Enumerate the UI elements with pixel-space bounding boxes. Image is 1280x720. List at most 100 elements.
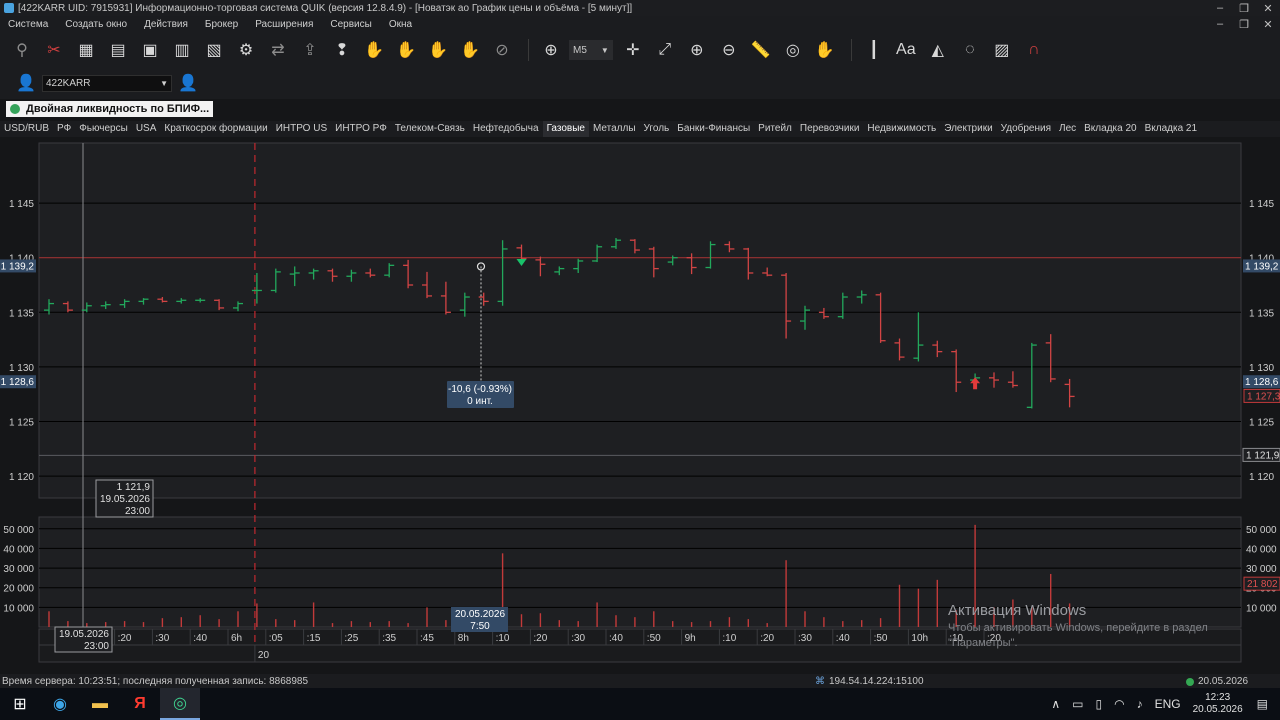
notifications-icon[interactable]: ▤ (1257, 697, 1268, 711)
hatch-tool-icon[interactable]: ▨ (988, 36, 1016, 64)
hand-sell-icon[interactable]: ✋ (424, 36, 452, 64)
tab-11[interactable]: Уголь (640, 121, 674, 137)
alert-icon[interactable]: ❢ (328, 36, 356, 64)
menu-services[interactable]: Сервисы (330, 19, 371, 30)
tab-8[interactable]: Нефтедобыча (469, 121, 543, 137)
export-icon[interactable]: ⇪ (296, 36, 324, 64)
zoom-in-icon[interactable]: ⊕ (683, 36, 711, 64)
hand-cancel-icon[interactable]: ✋ (456, 36, 484, 64)
user-remove-icon[interactable]: 👤 (16, 72, 36, 94)
trades-table-icon[interactable]: ▥ (168, 36, 196, 64)
line-tool-icon[interactable]: ┃ (860, 36, 888, 64)
time-tick-label: :15 (307, 633, 321, 644)
child-close-button[interactable]: ✕ (1256, 18, 1280, 31)
new-table-icon[interactable]: ▦ (72, 36, 100, 64)
tab-7[interactable]: Телеком-Связь (391, 121, 469, 137)
portfolio-icon[interactable]: ▧ (200, 36, 228, 64)
fill-tool-icon[interactable]: ◭ (924, 36, 952, 64)
tab-2[interactable]: Фьючерсы (75, 121, 132, 137)
menu-system[interactable]: Система (8, 19, 48, 30)
tab-19[interactable]: Вкладка 20 (1080, 121, 1140, 137)
stop-order-icon[interactable]: ⊘ (488, 36, 516, 64)
tab-1[interactable]: РФ (53, 121, 75, 137)
chevron-up-icon[interactable]: ∧ (1051, 697, 1060, 711)
price-panel (38, 142, 1242, 499)
volume-icon[interactable]: ♪ (1137, 697, 1143, 711)
price-tick-label-right: 1 125 (1249, 418, 1274, 429)
tray-app-icon[interactable]: ▭ (1072, 697, 1083, 711)
measure-label-intervals: 0 инт. (467, 396, 493, 407)
tab-16[interactable]: Электрики (940, 121, 996, 137)
online-dot-icon (1186, 677, 1194, 686)
account-row: 👤 422KARR ▼ 👤 (0, 67, 1280, 99)
yandex-icon[interactable]: Я (120, 688, 160, 720)
target-icon[interactable]: ◎ (779, 36, 807, 64)
crosshair-icon[interactable]: ✛ (619, 36, 647, 64)
hide-icon[interactable]: ◌ (956, 36, 984, 64)
tab-6[interactable]: ИНТРО РФ (331, 121, 391, 137)
settings-window-icon[interactable]: ⚙ (232, 36, 260, 64)
child-restore-button[interactable]: ❐ (1232, 18, 1256, 31)
magnet-icon[interactable]: ∩ (1020, 36, 1048, 64)
tab-14[interactable]: Перевозчики (796, 121, 864, 137)
ruler-icon[interactable]: 📏 (747, 36, 775, 64)
disconnect-icon[interactable]: ✂ (40, 36, 68, 64)
tab-10[interactable]: Металлы (589, 121, 640, 137)
tab-9[interactable]: Газовые (542, 121, 589, 137)
transfer-icon[interactable]: ⇄ (264, 36, 292, 64)
account-select[interactable]: 422KARR ▼ (42, 74, 172, 92)
chart-canvas[interactable]: 1 145 1 1451 140 1 1401 135 1 1351 130 1 130… (0, 140, 1280, 668)
explorer-icon[interactable]: ▬ (80, 688, 120, 720)
time-tick-label: 9h (685, 633, 696, 644)
menu-create-window[interactable]: Создать окно (65, 19, 127, 30)
tab-5[interactable]: ИНТРО US (272, 121, 331, 137)
instrument-tab[interactable]: Двойная ликвидность по БПИФ... (6, 101, 214, 117)
volume-tick-label-right: 10 000 (1246, 603, 1277, 614)
close-button[interactable]: ✕ (1256, 2, 1280, 15)
status-dot-icon (10, 104, 20, 114)
edge-icon[interactable]: ◉ (40, 688, 80, 720)
fullscreen-icon[interactable]: ⤢ (651, 36, 679, 64)
user-icon[interactable]: 👤 (178, 72, 198, 94)
menu-extensions[interactable]: Расширения (255, 19, 313, 30)
connect-icon[interactable]: ⚲ (8, 36, 36, 64)
price-volume-chart[interactable]: 1 145 1 145 1 140 1 140 1 135 1 135 1 130 1 130… (0, 140, 1280, 668)
pan-hand-icon[interactable]: ✋ (811, 36, 839, 64)
tab-15[interactable]: Недвижимость (863, 121, 940, 137)
menu-actions[interactable]: Действия (144, 19, 188, 30)
text-tool-icon[interactable]: Aa (892, 36, 920, 64)
add-instrument-icon[interactable]: ⊕ (537, 36, 565, 64)
measure-label: -10,6 (-0.93%)0 инт. (447, 381, 514, 408)
quik-taskbar-icon[interactable]: ◎ (160, 688, 200, 720)
volume-tick-label-right: 50 000 (1246, 525, 1277, 536)
windows-taskbar: ⊞ ◉ ▬ Я ◎ ∧ ▭ ▯ ◠ ♪ ENG 12:23 20.05.2026… (0, 688, 1280, 720)
tab-18[interactable]: Лес (1055, 121, 1080, 137)
menu-windows[interactable]: Окна (389, 19, 412, 30)
tab-3[interactable]: USA (132, 121, 161, 137)
start-icon[interactable]: ⊞ (0, 688, 40, 720)
tab-20[interactable]: Вкладка 21 (1141, 121, 1201, 137)
hand-icon[interactable]: ✋ (392, 36, 420, 64)
order-window-icon[interactable]: ▣ (136, 36, 164, 64)
zoom-out-icon[interactable]: ⊖ (715, 36, 743, 64)
tab-12[interactable]: Банки-Финансы (673, 121, 754, 137)
minimize-button[interactable]: – (1208, 2, 1232, 15)
wifi-icon[interactable]: ◠ (1114, 697, 1124, 711)
taskbar-clock[interactable]: 12:23 20.05.2026 (1193, 692, 1243, 716)
clock-time: 12:23 (1205, 692, 1231, 703)
tab-4[interactable]: Краткосрок формации (160, 121, 271, 137)
timeframe-select[interactable]: M5 ▼ (569, 40, 613, 60)
child-minimize-button[interactable]: – (1208, 18, 1232, 31)
chart-window-icon[interactable]: ▤ (104, 36, 132, 64)
tab-13[interactable]: Ритейл (754, 121, 796, 137)
time-tick-label: :50 (647, 633, 661, 644)
hand-buy-icon[interactable]: ✋ (360, 36, 388, 64)
tab-0[interactable]: USD/RUB (0, 121, 53, 137)
maximize-button[interactable]: ❐ (1232, 2, 1256, 15)
menu-broker[interactable]: Брокер (205, 19, 238, 30)
tab-17[interactable]: Удобрения (997, 121, 1055, 137)
volume-last-badge: 21 802 (1243, 576, 1280, 591)
battery-icon[interactable]: ▯ (1095, 697, 1102, 711)
time-tick-label: 10h (911, 633, 928, 644)
language-indicator[interactable]: ENG (1155, 697, 1181, 711)
